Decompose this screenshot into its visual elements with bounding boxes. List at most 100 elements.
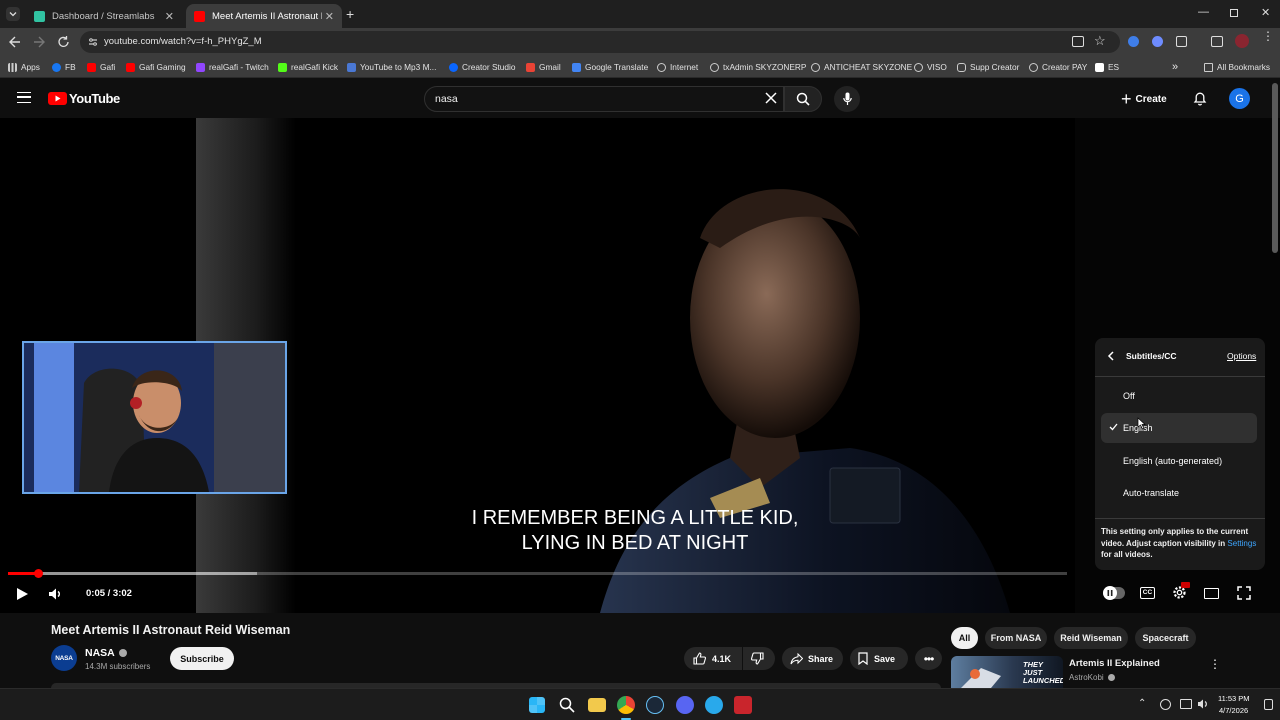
bookmark-fb[interactable]: FB (52, 60, 76, 74)
page-scrollbar[interactable] (1272, 83, 1278, 253)
video-player[interactable]: I REMEMBER BEING A LITTLE KID, LYING IN … (0, 118, 1075, 613)
steam-icon[interactable] (646, 696, 664, 714)
bookmark-gafi[interactable]: Gafi (87, 60, 115, 74)
site-info-icon[interactable] (88, 37, 98, 47)
settings-gear-icon[interactable] (1171, 582, 1190, 601)
taskbar-time[interactable]: 11:53 PM (1218, 694, 1250, 703)
menu-hamburger-icon[interactable] (17, 92, 31, 103)
bookmark-anticheat[interactable]: ANTICHEAT SKYZONE (811, 60, 912, 74)
channel-name[interactable]: NASA (85, 647, 127, 659)
chip-all[interactable]: All (951, 627, 978, 649)
back-icon[interactable] (9, 35, 21, 49)
windows-start-icon[interactable] (529, 697, 545, 713)
extensions-puzzle-icon[interactable] (1176, 36, 1187, 47)
bookmark-creator-studio[interactable]: Creator Studio (449, 60, 516, 74)
extension-icon[interactable] (1152, 36, 1163, 47)
bookmark-es[interactable]: ES (1095, 60, 1119, 74)
search-input[interactable]: nasa (424, 86, 784, 112)
address-bar[interactable]: youtube.com/watch?v=f-h_PHYgZ_M ☆ (80, 31, 1120, 53)
channel-avatar[interactable]: NASA (51, 645, 77, 671)
recommendation-menu-icon[interactable]: ⋮ (1209, 657, 1221, 671)
volume-icon[interactable] (48, 587, 63, 601)
bookmark-internet[interactable]: Internet (657, 60, 698, 74)
cc-option-english[interactable]: English (1101, 413, 1257, 443)
tray-overflow-icon[interactable]: ⌃ (1138, 698, 1146, 709)
close-window-icon[interactable]: ✕ (1261, 6, 1270, 19)
minimize-icon[interactable]: — (1198, 6, 1209, 18)
progress-track[interactable] (8, 569, 1067, 578)
close-icon[interactable]: ✕ (325, 10, 334, 23)
bookmark-creator-pay[interactable]: Creator PAY (1029, 60, 1087, 74)
bookmarks-overflow-icon[interactable]: » (1172, 60, 1178, 74)
subtitles-cc-icon[interactable]: CC (1140, 587, 1155, 599)
bookmark-supp-creator[interactable]: Supp Creator (957, 60, 1019, 74)
fullscreen-icon[interactable] (1237, 586, 1251, 600)
dislike-button[interactable] (743, 647, 775, 670)
bookmark-twitch[interactable]: realGafi - Twitch (196, 60, 269, 74)
theater-mode-icon[interactable] (1204, 588, 1219, 599)
restore-icon[interactable] (1230, 9, 1238, 17)
reload-icon[interactable] (57, 35, 70, 49)
progress-scrubber[interactable] (33, 569, 43, 578)
cc-option-english-auto[interactable]: English (auto-generated) (1101, 446, 1257, 476)
settings-link[interactable]: Settings (1227, 539, 1256, 548)
bookmark-viso[interactable]: VISO (914, 60, 947, 74)
file-explorer-icon[interactable] (588, 698, 606, 712)
adobe-acrobat-icon[interactable] (734, 696, 752, 714)
network-icon[interactable] (1180, 699, 1192, 709)
new-tab-icon[interactable]: + (346, 6, 354, 22)
options-link[interactable]: Options (1227, 351, 1256, 361)
search-icon[interactable] (558, 696, 576, 714)
speaker-icon[interactable] (1197, 698, 1209, 710)
recommendation-thumbnail[interactable]: THEY JUST LAUNCHED (951, 656, 1063, 688)
youtube-logo[interactable]: YouTube (48, 91, 120, 106)
chip-spacecraft[interactable]: Spacecraft (1135, 627, 1196, 649)
profile-avatar[interactable] (1235, 34, 1249, 48)
bookmark-apps[interactable]: Apps (8, 60, 40, 74)
chrome-icon[interactable] (617, 696, 635, 714)
cc-option-auto-translate[interactable]: Auto-translate (1101, 478, 1257, 508)
bookmark-kick[interactable]: realGafi Kick (278, 60, 338, 74)
clear-search-icon[interactable] (765, 92, 777, 104)
bookmark-star-icon[interactable]: ☆ (1094, 33, 1106, 49)
bookmark-gmail[interactable]: Gmail (526, 60, 561, 74)
bookmark-txadmin[interactable]: txAdmin SKYZONERP (710, 60, 806, 74)
forward-icon[interactable] (33, 35, 45, 49)
more-actions-button[interactable]: ••• (915, 647, 942, 670)
chip-reid-wiseman[interactable]: Reid Wiseman (1054, 627, 1128, 649)
autoplay-toggle[interactable] (1103, 586, 1125, 600)
menu-kebab-icon[interactable]: ⋮ (1262, 30, 1274, 42)
sidebar-icon[interactable] (1211, 36, 1223, 47)
search-button[interactable] (784, 86, 822, 112)
install-icon[interactable] (1072, 36, 1084, 47)
bookmark-google-translate[interactable]: Google Translate (572, 60, 648, 74)
notification-center-icon[interactable] (1264, 699, 1273, 710)
tab-list-chevron-icon[interactable] (6, 7, 20, 21)
bookmark-yt-mp3[interactable]: YouTube to Mp3 M... (347, 60, 436, 74)
tab-youtube[interactable]: Meet Artemis II Astronaut Reid ✕ (186, 4, 342, 28)
taskbar-date[interactable]: 4/7/2026 (1219, 706, 1248, 715)
like-button[interactable]: 4.1K (684, 647, 742, 670)
chip-from-nasa[interactable]: From NASA (985, 627, 1047, 649)
bookmark-gafi-gaming[interactable]: Gafi Gaming (126, 60, 186, 74)
cc-option-off[interactable]: Off (1101, 381, 1257, 411)
telegram-icon[interactable] (705, 696, 723, 714)
account-avatar[interactable]: G (1229, 88, 1250, 109)
tray-app-icon[interactable] (1160, 699, 1171, 710)
play-button[interactable] (15, 587, 29, 601)
voice-search-button[interactable] (834, 86, 860, 112)
back-chevron-icon[interactable] (1107, 351, 1114, 361)
notifications-bell-icon[interactable] (1193, 91, 1207, 106)
autoplay-knob (1103, 586, 1117, 600)
extension-icon[interactable] (1128, 36, 1139, 47)
create-button[interactable]: + Create (1121, 86, 1167, 112)
save-button[interactable]: Save (850, 647, 908, 670)
subscribe-button[interactable]: Subscribe (170, 647, 234, 670)
all-bookmarks[interactable]: All Bookmarks (1204, 60, 1270, 74)
recommendation-channel[interactable]: AstroKobi (1069, 673, 1115, 682)
close-icon[interactable]: ✕ (165, 10, 174, 23)
discord-icon[interactable] (676, 696, 694, 714)
recommendation-title[interactable]: Artemis II Explained (1069, 658, 1160, 669)
tab-streamlabs[interactable]: Dashboard / Streamlabs ✕ (26, 4, 182, 28)
share-button[interactable]: Share (782, 647, 843, 670)
